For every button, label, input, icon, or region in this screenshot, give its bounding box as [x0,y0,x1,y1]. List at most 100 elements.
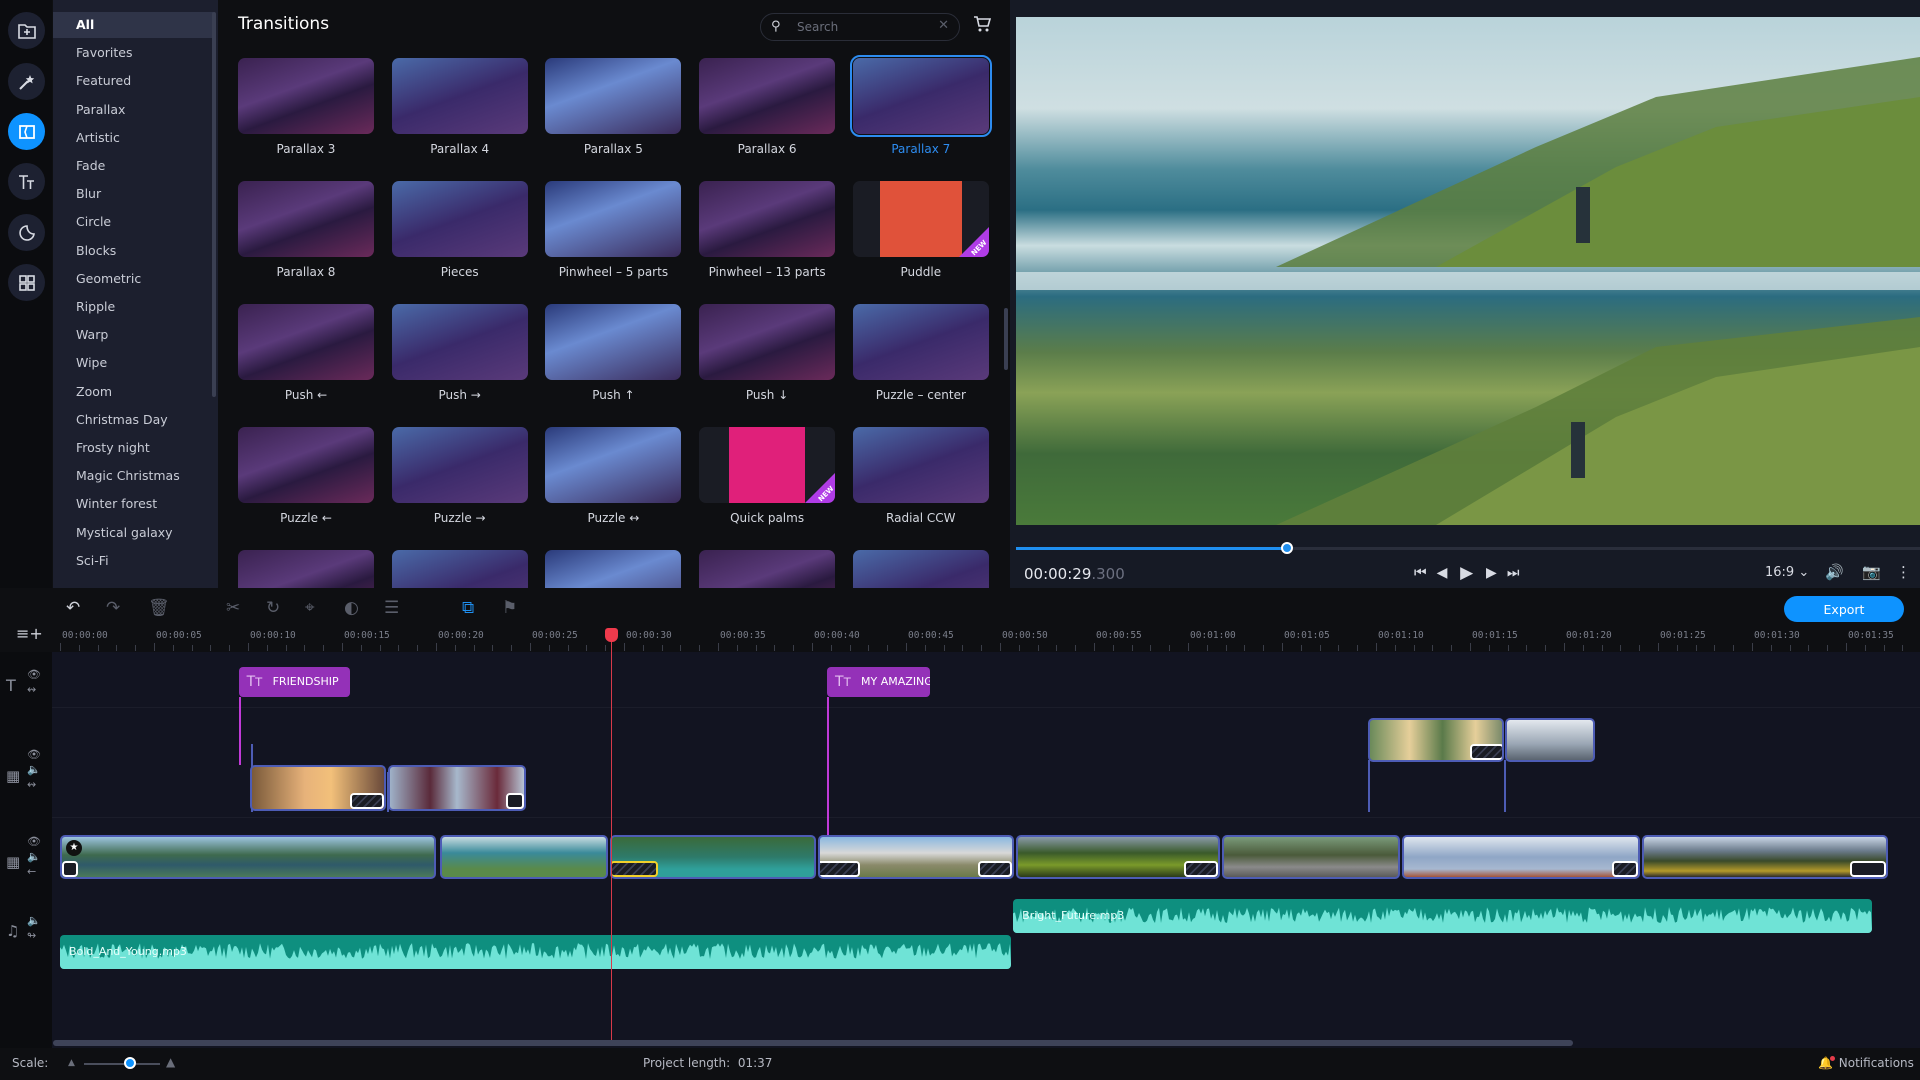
video-preview[interactable] [1016,17,1920,525]
category-item[interactable]: Geometric [53,266,213,292]
transition-tile[interactable]: Parallax 7 [849,55,992,156]
transition-badge[interactable] [350,793,384,809]
time-ruler[interactable]: 00:00:00 00:00:05 00:00:10 00:00:15 00:00:20… [52,628,1920,652]
category-item[interactable]: Christmas Day [53,407,213,433]
selected-transition-badge[interactable] [612,861,658,877]
category-item[interactable]: Circle [53,209,213,235]
transition-tile[interactable]: Parallax 6 [699,58,836,156]
scale-slider-handle[interactable] [123,1057,136,1069]
transition-wizard-icon[interactable]: ⧉ [462,598,474,618]
main-clip-yellow-dress[interactable] [818,835,1014,879]
category-item[interactable]: Ripple [53,294,213,320]
main-clip-green-hills[interactable] [1016,835,1220,879]
marker-flag-icon[interactable]: ⚑ [502,598,517,618]
delete-icon[interactable]: 🗑 [148,598,170,618]
transition-tile[interactable]: Push → [391,304,528,402]
transition-tile[interactable]: NEW Puddle [852,181,989,279]
link-icon[interactable]: ↭ [27,683,36,696]
transitions-button[interactable] [8,113,45,150]
skip-to-end-icon[interactable]: ⏭ [1507,565,1520,581]
add-track-icon[interactable]: ≡+ [16,624,43,643]
main-clip-cliff[interactable] [440,835,608,879]
category-item[interactable]: Frosty night [53,435,213,461]
category-item[interactable]: Sci-Fi [53,548,213,574]
transition-tile[interactable]: Puzzle → [391,427,528,525]
transition-tile[interactable]: Parallax 3 [238,58,374,156]
category-item[interactable]: Mystical galaxy [53,520,213,546]
arrow-left-icon[interactable]: ← [27,865,36,878]
color-adjust-icon[interactable]: ◐ [344,598,359,618]
star-favorite-icon[interactable]: ★ [66,840,82,856]
category-item[interactable]: Featured [53,68,213,94]
undo-icon[interactable]: ↶ [66,598,80,618]
overlay-clip-mountain[interactable] [1505,718,1595,762]
transition-tile[interactable]: Pinwheel – 13 parts [699,181,836,279]
transition-badge[interactable] [1184,861,1218,877]
more-options-icon[interactable]: ⋮ [1896,563,1911,581]
transition-tile[interactable]: Parallax 8 [238,181,374,279]
skip-to-start-icon[interactable]: ⏮ [1414,565,1427,581]
transition-tile[interactable]: Puzzle ↔ [545,427,682,525]
cut-icon[interactable]: ✂ [226,598,240,618]
visibility-eye-icon[interactable]: 👁 [27,835,41,848]
playhead-handle[interactable] [604,628,618,642]
visibility-eye-icon[interactable]: 👁 [27,668,41,681]
overlay-clip-selfie[interactable] [1368,718,1504,762]
snapshot-camera-icon[interactable]: 📷 [1862,563,1881,581]
category-item[interactable]: Favorites [53,40,213,66]
category-scrollbar[interactable] [212,12,216,397]
mute-speaker-icon[interactable]: 🔈 [27,850,41,863]
category-item[interactable]: Warp [53,322,213,348]
crop-icon[interactable]: ⌖ [305,598,315,618]
zoom-out-icon[interactable]: ▲ [68,1058,75,1068]
rotate-icon[interactable]: ↻ [266,598,280,618]
transitions-scrollbar[interactable] [1004,308,1008,370]
main-clip-lake[interactable]: ★ [60,835,436,879]
playback-progress-bar[interactable] [1016,542,1920,554]
transition-tile[interactable]: Puzzle – center [852,304,989,402]
category-item[interactable]: Parallax [53,97,213,123]
transition-badge[interactable] [820,861,860,877]
visibility-eye-icon[interactable]: 👁 [27,748,41,761]
transition-tile[interactable] [852,550,989,588]
main-clip-couple[interactable] [1642,835,1888,879]
category-item[interactable]: All [53,12,213,38]
filters-button[interactable] [8,63,45,100]
category-item[interactable]: Blur [53,181,213,207]
previous-frame-icon[interactable]: ◀ [1437,565,1451,581]
import-button[interactable] [8,12,45,49]
transition-tile[interactable]: Parallax 4 [391,58,528,156]
transition-tile[interactable]: Pinwheel – 5 parts [545,181,682,279]
play-icon[interactable]: ▶ [1460,563,1473,583]
category-item[interactable]: Blocks [53,238,213,264]
export-button[interactable]: Export [1784,596,1904,622]
zoom-in-icon[interactable]: ▲ [166,1055,175,1069]
transition-tile[interactable]: Push ↓ [699,304,836,402]
category-item[interactable]: Artistic [53,125,213,151]
fade-out-badge[interactable] [1850,861,1886,877]
stickers-button[interactable] [8,214,45,251]
transition-tile[interactable]: Push ↑ [545,304,682,402]
transition-badge[interactable] [1470,744,1502,760]
category-item[interactable]: Wipe [53,350,213,376]
category-item[interactable]: Winter forest [53,491,213,517]
transition-tile[interactable]: NEW Quick palms [699,427,836,525]
category-item[interactable]: Zoom [53,379,213,405]
category-item[interactable]: Fade [53,153,213,179]
scale-slider[interactable] [84,1063,160,1065]
overlay-clip-van[interactable] [388,765,526,811]
transition-tile[interactable]: Push ← [238,304,374,402]
titles-button[interactable] [8,163,45,200]
transition-tile[interactable] [391,550,528,588]
volume-icon[interactable]: 🔊 [1825,563,1844,581]
transition-tile[interactable]: Parallax 5 [545,58,682,156]
transition-badge[interactable] [978,861,1012,877]
overlay-clip-friends[interactable] [250,765,386,811]
progress-handle[interactable] [1281,542,1294,554]
transition-tile[interactable]: Radial CCW [852,427,989,525]
title-clip[interactable]: TT MY AMAZING [827,667,931,697]
aspect-ratio-select[interactable]: 16:9 ⌄ [1765,565,1809,580]
link-icon[interactable]: ↭ [27,778,36,791]
transition-tile[interactable] [545,550,682,588]
title-clip[interactable]: TT FRIENDSHIP [238,667,350,697]
